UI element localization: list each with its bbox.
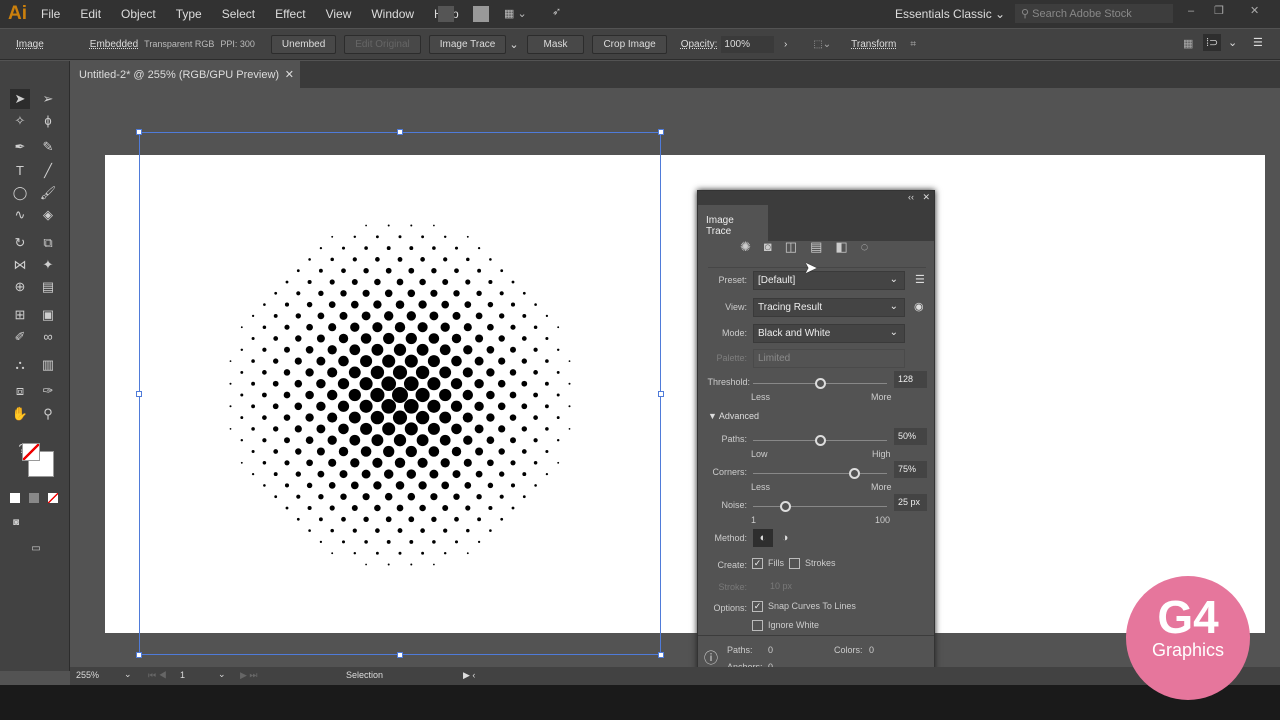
- ignore-white-checkbox[interactable]: [752, 620, 763, 631]
- resize-handle[interactable]: [658, 652, 664, 658]
- overlapping-method-icon[interactable]: ◑: [775, 529, 795, 547]
- auto-color-icon[interactable]: ✺: [740, 239, 764, 254]
- advanced-label: Advanced: [718, 411, 759, 421]
- current-tool[interactable]: Selection: [346, 670, 383, 680]
- resize-handle[interactable]: [136, 652, 142, 658]
- selection-bounding-box[interactable]: [136, 129, 664, 658]
- mouse-cursor: ➤: [804, 260, 818, 277]
- strokes-checkbox[interactable]: [789, 558, 800, 569]
- artboard-number[interactable]: 1: [180, 670, 185, 680]
- preset-menu-icon[interactable]: ☰: [915, 273, 925, 286]
- corners-input[interactable]: 75%: [894, 461, 927, 478]
- noise-label: Noise:: [721, 500, 747, 510]
- artboard-chevron-icon[interactable]: ⌄: [218, 669, 226, 680]
- fills-checkbox[interactable]: ✓: [752, 558, 763, 569]
- resize-handle[interactable]: [397, 129, 403, 135]
- black-white-icon[interactable]: ◧: [835, 239, 860, 254]
- paths-slider[interactable]: [815, 435, 826, 446]
- preset-dropdown[interactable]: [Default] ⌄: [753, 271, 905, 290]
- info-paths-label: Paths:: [727, 645, 753, 655]
- threshold-label: Threshold:: [707, 377, 750, 387]
- zoom-level[interactable]: 255%: [76, 670, 99, 680]
- paths-low: Low: [751, 449, 768, 459]
- status-menu-arrow-icon[interactable]: ▶ ‹: [463, 670, 475, 681]
- threshold-more: More: [871, 392, 892, 402]
- paths-input[interactable]: 50%: [894, 428, 927, 445]
- g4-graphics-watermark: G4 Graphics: [1126, 576, 1250, 700]
- resize-handle[interactable]: [658, 129, 664, 135]
- first-artboard-icon: ⏮ ◀: [148, 670, 167, 680]
- snap-curves-label: Snap Curves To Lines: [768, 601, 856, 611]
- palette-value: Limited: [758, 353, 791, 364]
- status-bar: 255% ⌄ ⏮ ◀ 1 ⌄ ▶ ⏭ Selection ▶ ‹: [70, 667, 1280, 685]
- stroke-input: 10 px: [770, 581, 793, 591]
- corners-label: Corners:: [712, 467, 747, 477]
- high-color-icon[interactable]: ◙: [764, 239, 785, 254]
- threshold-input[interactable]: 128: [894, 371, 927, 388]
- preset-value: [Default]: [758, 275, 796, 286]
- noise-min: 1: [751, 515, 757, 525]
- threshold-slider[interactable]: [815, 378, 827, 389]
- abutting-method-icon[interactable]: ◐: [753, 529, 773, 547]
- next-artboard-icon: ▶ ⏭: [240, 670, 258, 680]
- taskbar: [0, 685, 1280, 720]
- noise-slider[interactable]: [780, 501, 792, 512]
- watermark-sub: Graphics: [1151, 640, 1225, 660]
- noise-max: 100: [875, 515, 891, 525]
- palette-dropdown: Limited: [753, 349, 905, 368]
- corners-less: Less: [751, 482, 771, 492]
- corners-slider[interactable]: [848, 468, 860, 479]
- view-dropdown[interactable]: Tracing Result ⌄: [753, 298, 905, 317]
- paths-high: High: [872, 449, 891, 459]
- panel-tab[interactable]: Image Trace: [698, 205, 768, 241]
- watermark-logo: G4: [1157, 591, 1219, 643]
- mode-value: Black and White: [758, 328, 831, 339]
- create-label: Create:: [717, 560, 747, 570]
- palette-label: Palette:: [716, 353, 747, 363]
- fills-label: Fills: [768, 558, 784, 568]
- collapse-icon[interactable]: ‹‹: [908, 192, 914, 202]
- resize-handle[interactable]: [658, 391, 664, 397]
- snap-curves-checkbox[interactable]: ✓: [752, 601, 763, 612]
- close-panel-icon[interactable]: ✕: [922, 192, 930, 203]
- preset-label: Preset:: [718, 275, 747, 285]
- corners-more: More: [871, 482, 892, 492]
- mode-dropdown[interactable]: Black and White ⌄: [753, 324, 905, 343]
- panel-header[interactable]: ‹‹ ✕: [698, 191, 934, 205]
- paths-label: Paths:: [721, 434, 747, 444]
- threshold-less: Less: [751, 392, 771, 402]
- resize-handle[interactable]: [397, 652, 403, 658]
- view-value: Tracing Result: [758, 302, 823, 313]
- noise-input[interactable]: 25 px: [894, 494, 927, 511]
- ignore-white-label: Ignore White: [768, 620, 820, 630]
- grayscale-icon[interactable]: ▤: [810, 239, 835, 254]
- info-paths: 0: [768, 645, 774, 655]
- stroke-label: Stroke:: [718, 582, 747, 592]
- eye-icon[interactable]: ◉: [914, 300, 924, 313]
- low-color-icon[interactable]: ◫: [785, 239, 810, 254]
- method-label: Method:: [714, 533, 747, 543]
- view-label: View:: [725, 302, 747, 312]
- advanced-toggle[interactable]: ▼ Advanced: [708, 411, 759, 421]
- zoom-chevron-icon[interactable]: ⌄: [124, 669, 132, 680]
- info-colors-label: Colors:: [834, 645, 863, 655]
- info-icon: ⓘ: [704, 650, 718, 666]
- mode-label: Mode:: [721, 328, 747, 338]
- outline-icon[interactable]: ◌: [861, 239, 882, 254]
- options-label: Options:: [713, 603, 747, 613]
- info-colors: 0: [869, 645, 875, 655]
- resize-handle[interactable]: [136, 129, 142, 135]
- strokes-label: Strokes: [805, 558, 836, 568]
- resize-handle[interactable]: [136, 391, 142, 397]
